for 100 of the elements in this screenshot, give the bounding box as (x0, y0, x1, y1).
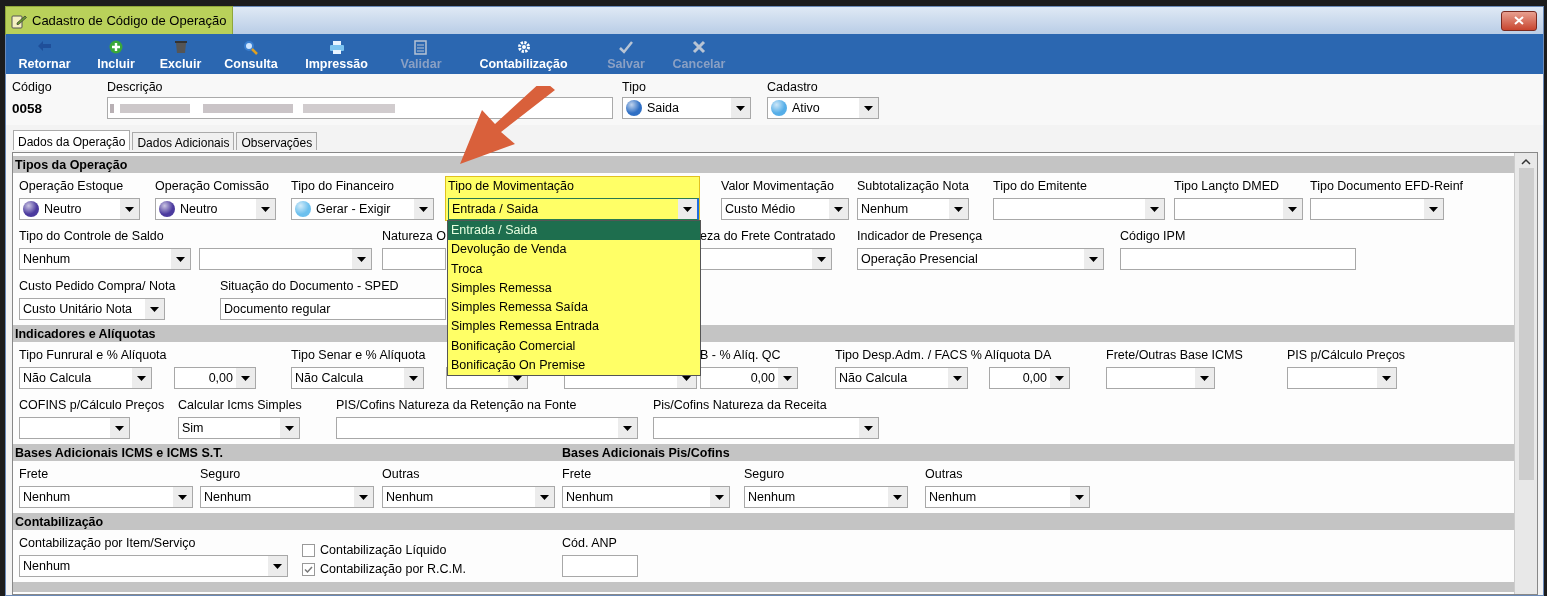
dropdown-field[interactable]: Nenhum (19, 486, 193, 508)
dropdown-field[interactable] (993, 198, 1165, 220)
dropdown-field[interactable]: Nenhum (744, 486, 908, 508)
dropdown-field[interactable] (382, 248, 446, 270)
printer-icon (328, 40, 345, 55)
field-label: Tipo Lançto DMED (1174, 179, 1280, 195)
caret-icon (783, 375, 792, 381)
dropdown-field[interactable]: 0,00 (989, 367, 1070, 389)
dropdown-field[interactable] (653, 417, 879, 439)
checkbox[interactable] (302, 543, 315, 557)
dropdown-field[interactable]: Nenhum (19, 248, 191, 270)
dropdown-field[interactable]: Nenhum (382, 486, 555, 508)
tab[interactable]: Dados Adicionais (132, 132, 235, 150)
field-label: Tipo Desp.Adm. / FACS % Alíquota DA (835, 348, 1052, 364)
dropdown-field[interactable]: Operação Presencial (857, 248, 1104, 270)
input-field[interactable] (107, 97, 613, 119)
caret-icon (682, 375, 691, 381)
dropdown-option[interactable]: Entrada / Saida (448, 221, 700, 241)
plus-icon (108, 40, 124, 55)
toolbar-button[interactable]: Incluir (94, 34, 138, 74)
dropdown-field[interactable]: Neutro (19, 198, 140, 220)
scroll-up-icon[interactable] (1521, 158, 1531, 165)
field-label: Cód. ANP (562, 536, 617, 552)
toolbar-button[interactable]: Excluir (159, 34, 202, 74)
dropdown-field[interactable]: Ativo (767, 97, 879, 119)
field-label: PIS/Cofins Natureza da Retenção na Fonte (336, 398, 577, 414)
field-label: Calcular Icms Simples (178, 398, 302, 414)
dropdown-field[interactable] (1106, 367, 1215, 389)
dropdown-field[interactable]: Gerar - Exigir (291, 198, 434, 220)
caret-icon (513, 375, 522, 381)
caret-icon (715, 494, 724, 500)
close-button[interactable] (1501, 10, 1537, 31)
checkbox-label: Contabilização por R.C.M. (320, 562, 466, 576)
dropdown-field[interactable]: Saida (622, 97, 751, 119)
input-field[interactable] (1120, 248, 1356, 270)
toolbar-button[interactable]: Impressão (301, 34, 372, 74)
tab[interactable]: Dados da Operação (13, 130, 131, 150)
dropdown-field[interactable]: Não Calcula (835, 367, 968, 389)
field-label: Pis/Cofins Natureza da Receita (653, 398, 827, 414)
field-label: Código (12, 80, 53, 94)
scrollbar[interactable] (1514, 153, 1537, 594)
dropdown-field[interactable]: Custo Médio (721, 198, 849, 220)
dropdown-option[interactable]: Troca (448, 259, 700, 279)
caret-icon (176, 256, 185, 262)
caret-icon (1089, 256, 1098, 262)
dropdown-field[interactable]: Nenhum (19, 555, 288, 577)
caret-icon (359, 494, 368, 500)
field-label: Tipo Senar e % Alíquota (291, 348, 426, 364)
field-label: Tipo do Financeiro (291, 179, 395, 195)
dropdown-field[interactable]: 0,00 (700, 367, 798, 389)
dropdown-option[interactable]: Bonificação On Premise (448, 356, 700, 376)
field-label: PIS p/Cálculo Preços (1287, 348, 1406, 364)
dropdown-field[interactable]: Neutro (155, 198, 276, 220)
close-icon (1514, 16, 1524, 25)
dropdown-field[interactable]: Nenhum (562, 486, 730, 508)
field-label: Outras (925, 467, 963, 483)
dropdown-field[interactable]: Sim (178, 417, 300, 439)
dropdown-field[interactable] (700, 248, 832, 270)
field-label: Outras (382, 467, 420, 483)
dropdown-field[interactable] (1310, 198, 1444, 220)
document-icon (413, 40, 429, 55)
caret-icon (1055, 375, 1064, 381)
caret-icon (1429, 206, 1438, 212)
dropdown-field[interactable]: Nenhum (200, 486, 374, 508)
dropdown-option[interactable]: Devolução de Venda (448, 240, 700, 260)
dropdown-field[interactable] (1287, 367, 1397, 389)
caret-icon (736, 105, 745, 111)
input-field[interactable] (562, 555, 638, 577)
field-label: Operação Comissão (155, 179, 269, 195)
checkbox[interactable] (302, 562, 315, 576)
field-label: Custo Pedido Compra/ Nota (19, 279, 176, 295)
field-label: Natureza O (382, 229, 446, 245)
dropdown-field[interactable] (19, 417, 130, 439)
field-label: Tipo (622, 80, 647, 94)
dropdown-field[interactable]: Não Calcula (291, 367, 424, 389)
toolbar-button[interactable]: Consulta (222, 34, 280, 74)
section-header: Bases Adicionais ICMS e ICMS S.T. Bases Adicionais Pis/Cofins (13, 444, 1514, 461)
caret-icon (1382, 375, 1391, 381)
toolbar-button[interactable]: Retornar (15, 34, 74, 74)
caret-icon (409, 375, 418, 381)
window-title: Cadastro de Código de Operação (6, 7, 233, 34)
field-label: Tipo de Movimentação (448, 179, 574, 195)
toolbar-button[interactable]: Contabilização (476, 34, 571, 74)
dropdown-field[interactable]: Custo Unitário Nota (19, 298, 165, 320)
dropdown-field[interactable]: Documento regular (220, 298, 446, 320)
field-label: Operação Estoque (19, 179, 124, 195)
section-header: Contabilização (13, 513, 1514, 530)
document-edit-icon (11, 12, 27, 29)
dropdown-field[interactable]: Nenhum (857, 198, 969, 220)
dropdown-field[interactable] (1174, 198, 1303, 220)
dropdown-field[interactable] (199, 248, 372, 270)
tab[interactable]: Observações (236, 132, 318, 150)
field-label: Situação do Documento - SPED (220, 279, 399, 295)
dropdown-field[interactable]: Nenhum (925, 486, 1090, 508)
dropdown-option[interactable]: Simples Remessa (448, 278, 700, 299)
dropdown-field[interactable]: 0,00 (174, 367, 256, 389)
dropdown-field[interactable]: Não Calcula (19, 367, 152, 389)
caret-icon (1288, 206, 1297, 212)
dropdown-option[interactable]: Simples Remessa Saída (448, 298, 700, 318)
dropdown-field[interactable] (336, 417, 638, 439)
